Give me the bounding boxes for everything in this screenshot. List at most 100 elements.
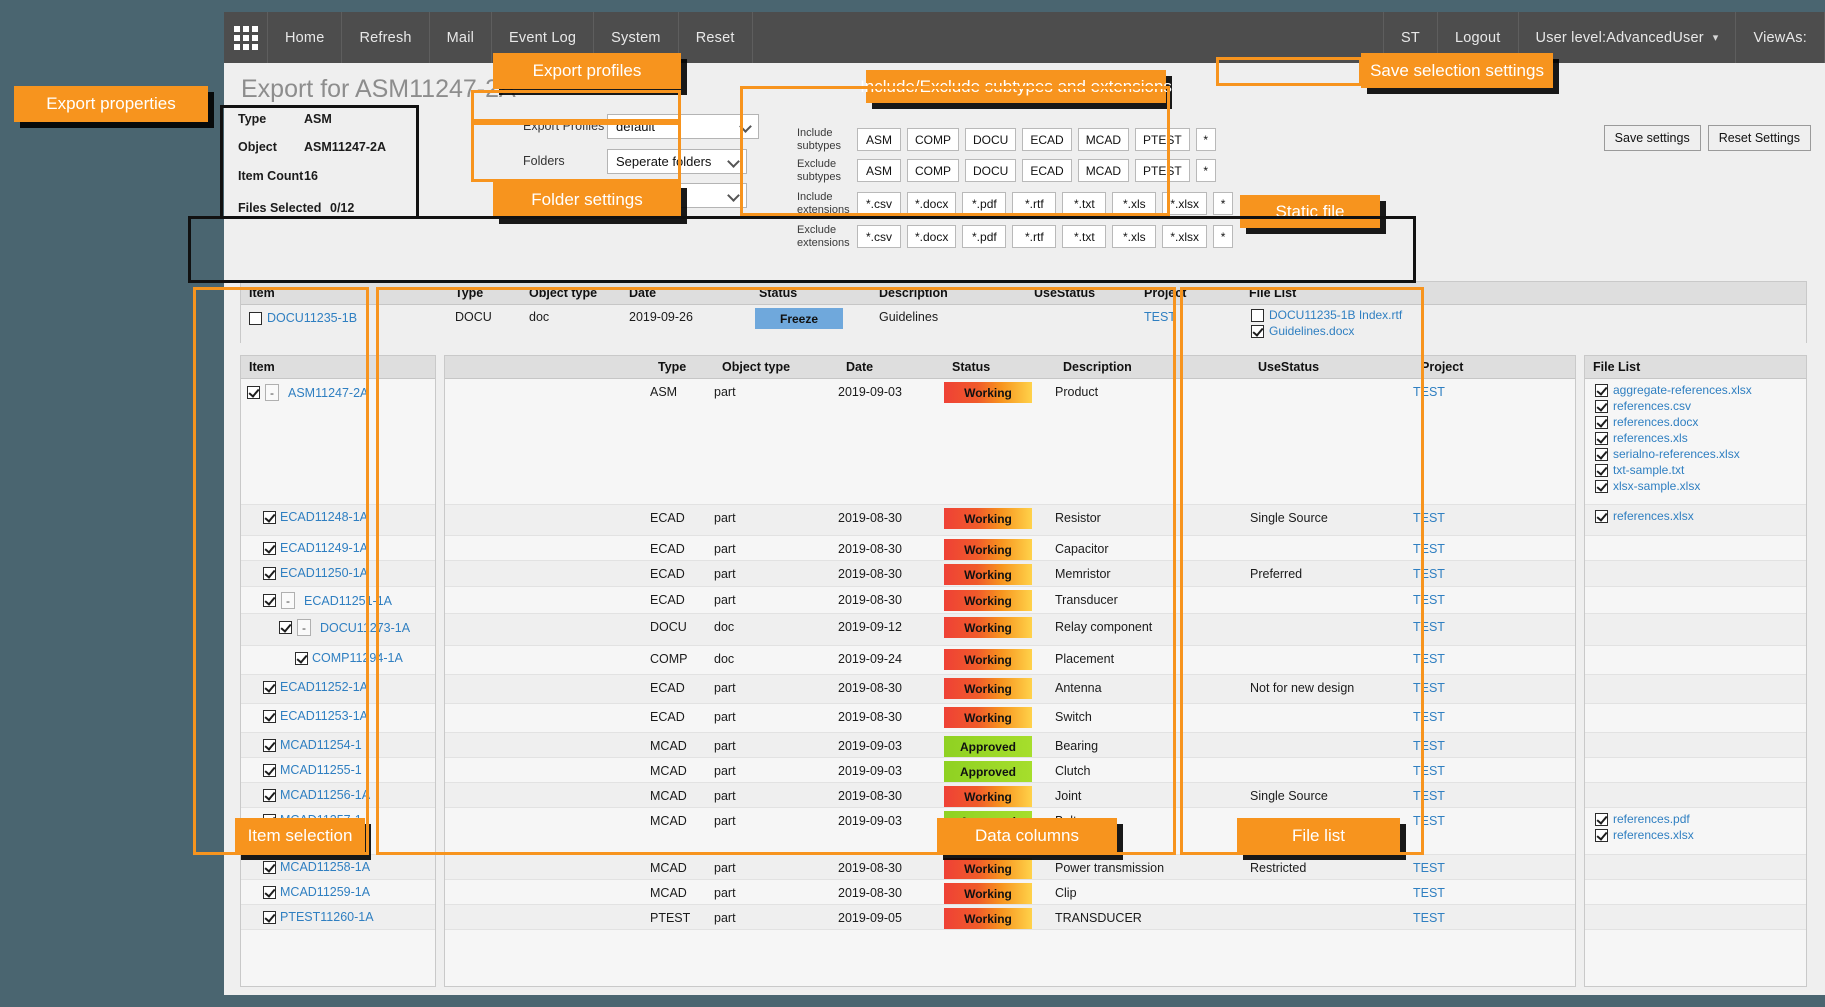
file-checkbox[interactable] <box>1595 812 1608 826</box>
include-subtype-wildcard[interactable]: * <box>1195 128 1216 151</box>
file-name[interactable]: serialno-references.xlsx <box>1613 447 1740 461</box>
cell-project-link[interactable]: TEST <box>1413 593 1445 607</box>
file-name[interactable]: references.xlsx <box>1613 509 1694 523</box>
static-header-description[interactable]: Description <box>871 286 1026 300</box>
item-tree-row[interactable]: ECAD11252-1A <box>241 675 435 704</box>
item-tree-row[interactable]: MCAD11256-1A <box>241 783 435 808</box>
item-link[interactable]: ECAD11248-1A <box>280 510 368 524</box>
exclude-ext-txt[interactable]: *.txt <box>1062 225 1107 248</box>
file-checkbox[interactable] <box>1595 399 1608 413</box>
include-ext-rtf[interactable]: *.rtf <box>1012 192 1057 215</box>
item-tree-row[interactable]: MCAD11258-1A <box>241 855 435 880</box>
nav-item-home[interactable]: Home <box>268 12 343 63</box>
include-subtype-ecad[interactable]: ECAD <box>1022 128 1072 151</box>
item-link[interactable]: MCAD11254-1 <box>280 738 362 752</box>
expander-toggle[interactable]: - <box>281 592 295 609</box>
file-name[interactable]: references.xls <box>1613 431 1688 445</box>
cell-project-link[interactable]: TEST <box>1413 739 1445 753</box>
file-list-column-header[interactable]: File List <box>1585 360 1640 374</box>
file-name[interactable]: references.csv <box>1613 399 1691 413</box>
item-column-header[interactable]: Item <box>241 360 275 374</box>
file-checkbox[interactable] <box>1595 415 1608 429</box>
static-file-name-0[interactable]: DOCU11235-1B Index.rtf <box>1269 308 1402 322</box>
item-tree-row[interactable]: MCAD11259-1A <box>241 880 435 905</box>
include-subtype-ptest[interactable]: PTEST <box>1135 128 1190 151</box>
include-subtype-comp[interactable]: COMP <box>907 128 959 151</box>
file-name[interactable]: references.pdf <box>1613 812 1690 826</box>
cell-project-link[interactable]: TEST <box>1413 681 1445 695</box>
static-file-checkbox-1[interactable] <box>1251 324 1264 338</box>
include-subtype-asm[interactable]: ASM <box>857 128 901 151</box>
item-link[interactable]: ECAD11251-1A <box>304 594 392 608</box>
export-profiles-select[interactable]: default <box>607 113 759 139</box>
item-link[interactable]: ECAD11250-1A <box>280 566 368 580</box>
exclude-ext-xls[interactable]: *.xls <box>1112 225 1157 248</box>
static-header-object-type[interactable]: Object type <box>521 286 621 300</box>
file-checkbox[interactable] <box>1595 383 1608 397</box>
item-link[interactable]: ECAD11252-1A <box>280 680 368 694</box>
static-row-checkbox[interactable] <box>249 311 262 325</box>
cell-project-link[interactable]: TEST <box>1413 385 1445 399</box>
include-ext-txt[interactable]: *.txt <box>1062 192 1107 215</box>
exclude-subtype-ecad[interactable]: ECAD <box>1022 159 1072 182</box>
nav-item-mail[interactable]: Mail <box>430 12 493 63</box>
item-tree-row[interactable]: MCAD11254-1 <box>241 733 435 758</box>
item-tree-row[interactable]: - ECAD11251-1A <box>241 587 435 614</box>
item-checkbox[interactable] <box>263 738 276 752</box>
item-tree-row[interactable]: PTEST11260-1A <box>241 905 435 930</box>
item-link[interactable]: MCAD11256-1A <box>280 788 370 802</box>
item-tree-row[interactable]: ECAD11248-1A <box>241 505 435 536</box>
item-tree-row[interactable]: COMP11294-1A <box>241 646 435 675</box>
file-name[interactable]: references.xlsx <box>1613 828 1694 842</box>
include-ext-wildcard[interactable]: * <box>1213 192 1234 215</box>
static-header-file-list[interactable]: File List <box>1241 286 1441 300</box>
cell-project-link[interactable]: TEST <box>1413 652 1445 666</box>
include-ext-pdf[interactable]: *.pdf <box>962 192 1007 215</box>
grid-menu-icon[interactable] <box>224 12 268 63</box>
item-tree-row[interactable]: - ASM11247-2A <box>241 379 435 505</box>
exclude-subtype-ptest[interactable]: PTEST <box>1135 159 1190 182</box>
item-link[interactable]: MCAD11258-1A <box>280 860 370 874</box>
item-link[interactable]: DOCU11273-1A <box>320 621 410 635</box>
item-checkbox[interactable] <box>263 510 276 524</box>
include-subtype-mcad[interactable]: MCAD <box>1077 128 1130 151</box>
cell-project-link[interactable]: TEST <box>1413 764 1445 778</box>
file-name[interactable]: xlsx-sample.xlsx <box>1613 479 1700 493</box>
static-header-status[interactable]: Status <box>751 286 871 300</box>
cell-project-link[interactable]: TEST <box>1413 710 1445 724</box>
include-ext-docx[interactable]: *.docx <box>907 192 957 215</box>
item-checkbox[interactable] <box>263 885 276 899</box>
item-tree-row[interactable]: ECAD11249-1A <box>241 536 435 561</box>
static-file-name-1[interactable]: Guidelines.docx <box>1269 324 1354 338</box>
static-row-item-link[interactable]: DOCU11235-1B <box>267 311 357 325</box>
exclude-ext-docx[interactable]: *.docx <box>907 225 957 248</box>
file-checkbox[interactable] <box>1595 431 1608 445</box>
file-checkbox[interactable] <box>1595 828 1608 842</box>
cell-project-link[interactable]: TEST <box>1413 911 1445 925</box>
item-tree-row[interactable]: MCAD11255-1 <box>241 758 435 783</box>
reset-settings-button[interactable]: Reset Settings <box>1707 125 1811 151</box>
static-header-date[interactable]: Date <box>621 286 751 300</box>
item-checkbox[interactable] <box>279 621 292 634</box>
file-checkbox[interactable] <box>1595 509 1608 523</box>
cell-project-link[interactable]: TEST <box>1413 567 1445 581</box>
nav-item-refresh[interactable]: Refresh <box>342 12 430 63</box>
item-checkbox[interactable] <box>263 860 276 874</box>
data-header-type[interactable]: Type <box>650 360 714 374</box>
item-link[interactable]: ECAD11253-1A <box>280 709 368 723</box>
static-header-usestatus[interactable]: UseStatus <box>1026 286 1136 300</box>
item-checkbox[interactable] <box>263 566 276 580</box>
exclude-subtype-asm[interactable]: ASM <box>857 159 901 182</box>
cell-project-link[interactable]: TEST <box>1413 789 1445 803</box>
save-settings-button[interactable]: Save settings <box>1603 125 1701 151</box>
item-link[interactable]: COMP11294-1A <box>312 651 403 665</box>
item-link[interactable]: PTEST11260-1A <box>280 910 374 924</box>
cell-project-link[interactable]: TEST <box>1413 542 1445 556</box>
item-checkbox[interactable] <box>263 594 276 607</box>
file-name[interactable]: references.docx <box>1613 415 1698 429</box>
cell-project-link[interactable]: TEST <box>1413 620 1445 634</box>
item-checkbox[interactable] <box>263 910 276 924</box>
item-tree-row[interactable]: - DOCU11273-1A <box>241 614 435 646</box>
static-file-checkbox-0[interactable] <box>1251 308 1264 322</box>
exclude-ext-xlsx[interactable]: *.xlsx <box>1162 225 1208 248</box>
